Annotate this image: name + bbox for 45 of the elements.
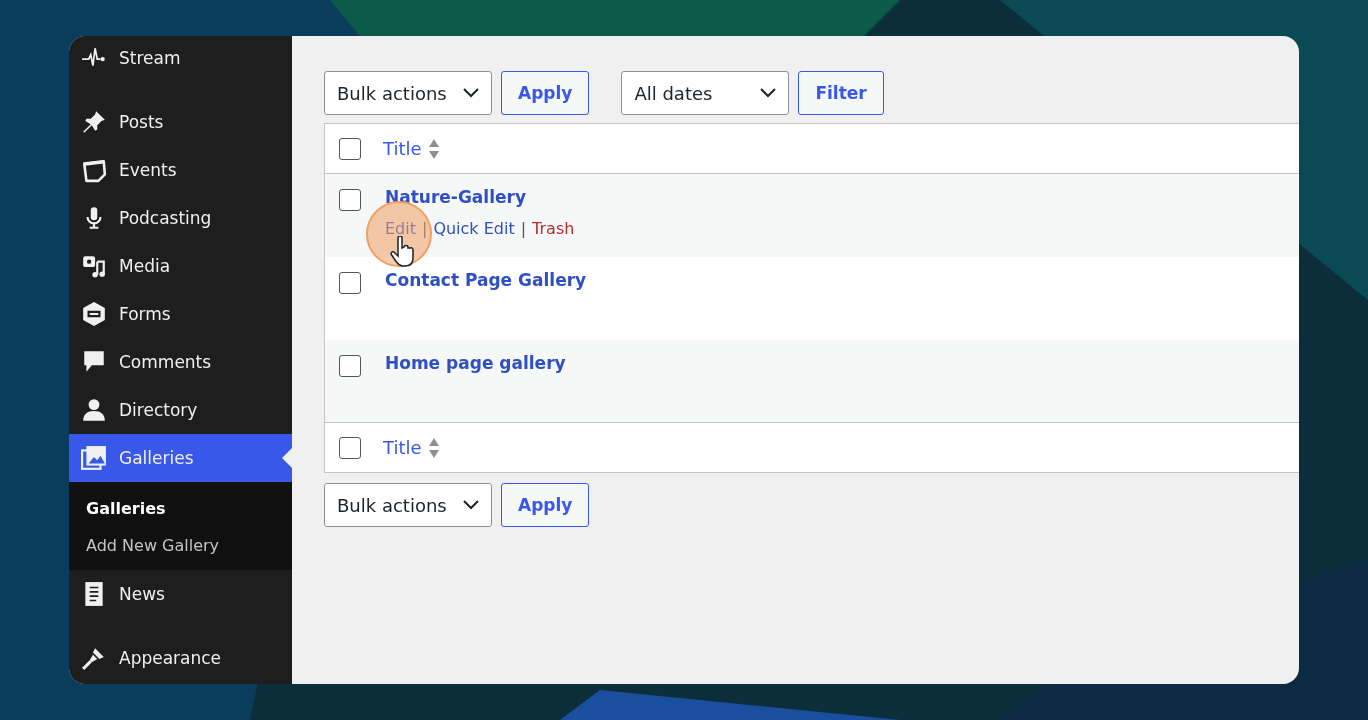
sidebar-item[interactable]: Stream (69, 36, 292, 80)
gallery-icon (81, 445, 107, 471)
chevron-down-icon (463, 88, 479, 98)
filter-button[interactable]: Filter (798, 71, 884, 115)
bulk-actions-select[interactable]: Bulk actions (324, 71, 492, 115)
submenu-item[interactable]: Add New Gallery (69, 527, 292, 564)
sidebar-item[interactable]: Posts (69, 98, 292, 146)
trash-link[interactable]: Trash (532, 219, 575, 238)
sort-icon[interactable] (427, 436, 440, 459)
sidebar-item[interactable]: Podcasting (69, 194, 292, 242)
gallery-title-link[interactable]: Nature-Gallery (385, 187, 526, 207)
sidebar-item[interactable]: Events (69, 146, 292, 194)
separator: | (520, 219, 527, 238)
speech-bubble-icon (81, 349, 107, 375)
sidebar-item[interactable]: Appearance (69, 634, 292, 682)
apply-button[interactable]: Apply (501, 71, 590, 115)
sidebar-item[interactable]: Galleries (69, 434, 292, 482)
bulk-actions-select[interactable]: Bulk actions (324, 483, 492, 527)
media-icon (81, 253, 107, 279)
checkbox[interactable] (339, 137, 361, 160)
row-action-link[interactable]: Quick Edit (433, 219, 515, 238)
sidebar-item[interactable]: News (69, 570, 292, 618)
sidebar-item[interactable]: Directory (69, 386, 292, 434)
date-select[interactable]: All dates (621, 71, 790, 115)
form-icon (81, 301, 107, 327)
pin-icon (81, 109, 107, 135)
sidebar-item[interactable]: Forms (69, 290, 292, 338)
checkbox[interactable] (339, 436, 361, 459)
person-icon (81, 397, 107, 423)
separator: | (422, 219, 428, 238)
chevron-down-icon (463, 500, 479, 510)
gallery-title-link[interactable]: Contact Page Gallery (385, 269, 587, 290)
apply-button[interactable]: Apply (501, 483, 590, 527)
calendar-icon (81, 157, 107, 183)
sort-icon[interactable] (427, 137, 440, 160)
column-header[interactable]: Title (383, 437, 422, 458)
checkbox[interactable] (339, 354, 361, 377)
gallery-title-link[interactable]: Home page gallery (385, 352, 566, 373)
chevron-down-icon (760, 88, 777, 98)
sidebar-item[interactable]: Media (69, 242, 292, 290)
column-header[interactable]: Title (383, 138, 422, 159)
checkbox[interactable] (339, 271, 361, 294)
checkbox[interactable] (339, 189, 361, 211)
sidebar-item[interactable]: Comments (69, 338, 292, 386)
submenu-item[interactable]: Galleries (69, 490, 292, 527)
